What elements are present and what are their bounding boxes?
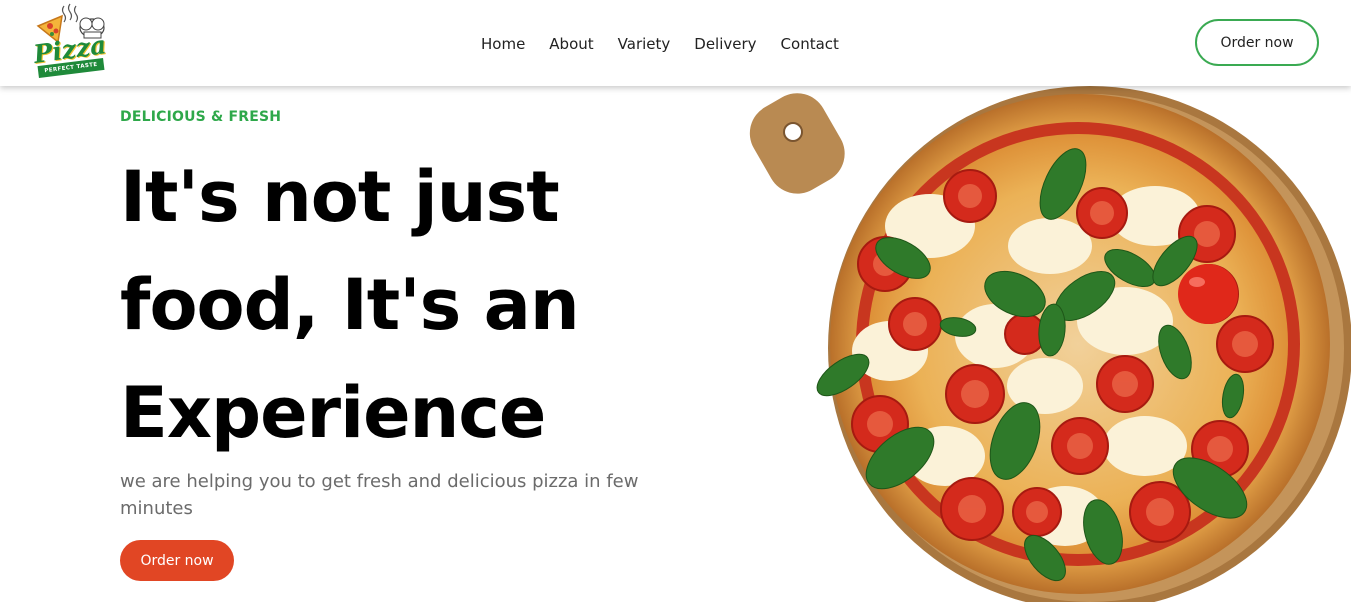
hero-eyebrow: DELICIOUS & FRESH — [120, 109, 282, 125]
pizza-illustration — [749, 86, 1351, 602]
pizza-logo-icon[interactable]: Pizza PERFECT TASTE — [28, 2, 112, 80]
headline-line-2: food, It's an — [120, 264, 580, 346]
headline-line-1: It's not just — [120, 156, 560, 238]
nav-link-variety[interactable]: Variety — [618, 33, 671, 55]
nav-link-home[interactable]: Home — [481, 33, 525, 55]
hero-subtext: we are helping you to get fresh and deli… — [120, 471, 639, 519]
nav-link-delivery[interactable]: Delivery — [694, 33, 756, 55]
main-nav: Home About Variety Delivery Contact — [469, 33, 863, 55]
header-order-button[interactable]: Order now — [1195, 19, 1319, 66]
nav-link-contact[interactable]: Contact — [781, 33, 839, 55]
headline-line-3: Experience — [120, 372, 546, 454]
pizza-image — [745, 86, 1351, 602]
navbar: Pizza PERFECT TASTE Home About Variety D… — [0, 0, 1351, 86]
hero-order-button[interactable]: Order now — [120, 540, 234, 581]
nav-link-about[interactable]: About — [549, 33, 593, 55]
hero-headline: It's not just food, It's an Experience — [120, 143, 680, 467]
